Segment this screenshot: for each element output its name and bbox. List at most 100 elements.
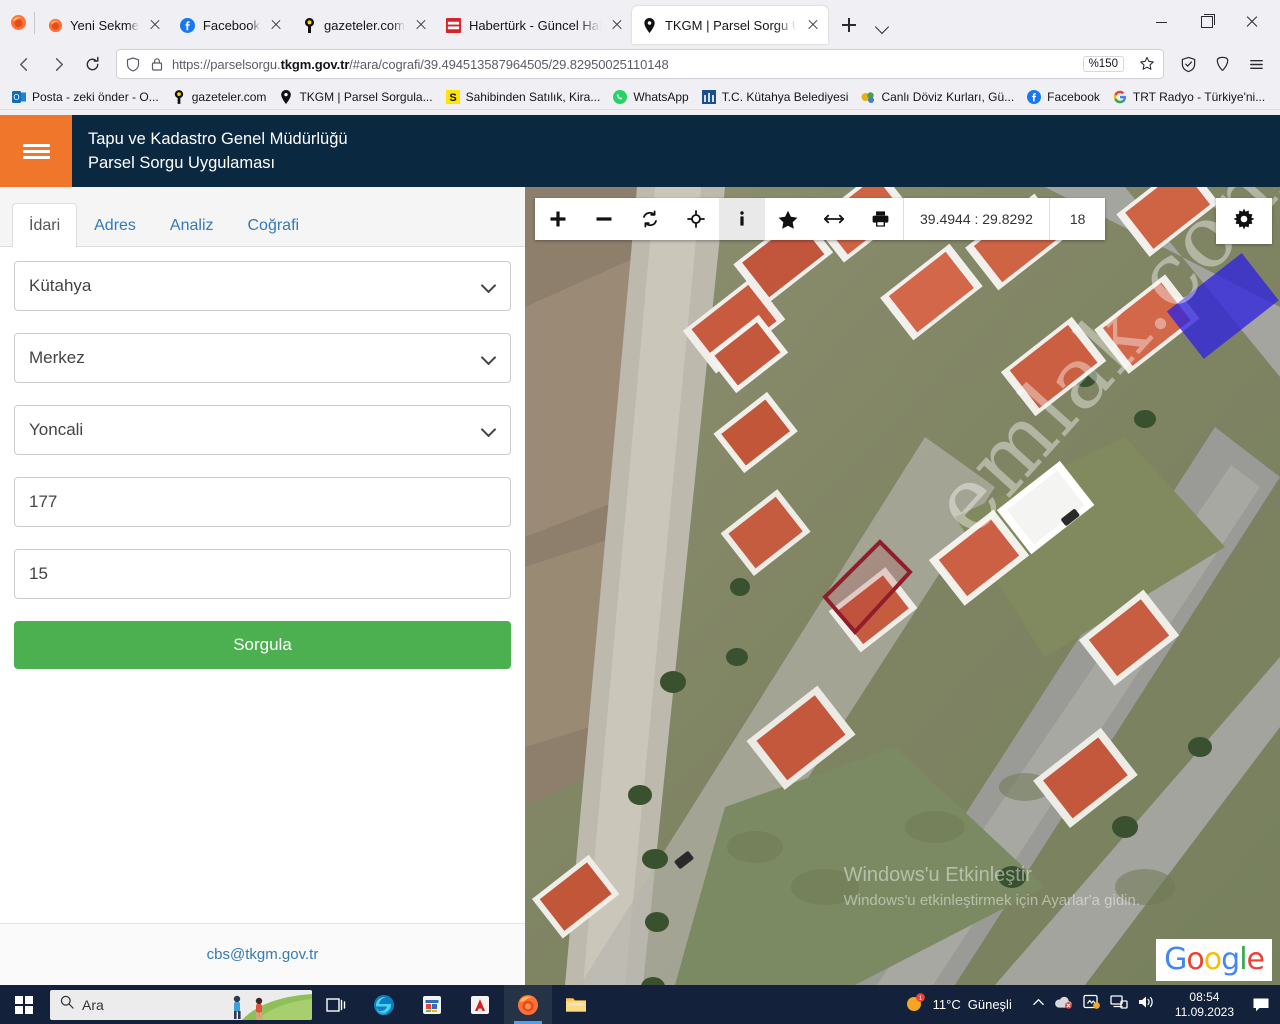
windows-activate-title: Windows'u Etkinleştir — [843, 864, 1032, 886]
il-select[interactable]: Kütahya — [14, 261, 511, 311]
app-body: İdari Adres Analiz Coğrafi Kütahya Merke… — [0, 187, 1280, 985]
query-form: Kütahya Merkez Yoncali 177 15 Sorgula — [0, 247, 525, 923]
bookmark-item-8[interactable]: TRT Radyo - Türkiye'ni... — [1107, 87, 1270, 107]
bookmark-item-6[interactable]: Canlı Döviz Kurları, Gü... — [855, 87, 1019, 107]
window-controls — [1139, 0, 1274, 44]
network-icon[interactable] — [1110, 994, 1128, 1015]
close-icon[interactable] — [412, 16, 430, 34]
firefox-icon[interactable] — [504, 985, 552, 1024]
tab-cografi[interactable]: Coğrafi — [231, 203, 317, 247]
reload-icon[interactable] — [76, 49, 108, 79]
facebook-icon — [1026, 89, 1042, 105]
close-icon[interactable] — [267, 16, 285, 34]
tab-idari[interactable]: İdari — [12, 203, 78, 247]
url-text: https://parselsorgu.tkgm.gov.tr/#ara/cog… — [172, 56, 669, 72]
hamburger-icon[interactable] — [0, 115, 72, 187]
bookmark-label: T.C. Kütahya Belediyesi — [721, 89, 849, 104]
navigation-toolbar: https://parselsorgu.tkgm.gov.tr/#ara/cog… — [0, 44, 1280, 84]
adobe-acrobat-icon[interactable] — [456, 985, 504, 1024]
bookmark-item-3[interactable]: S Sahibinden Satılık, Kira... — [440, 87, 606, 107]
close-icon[interactable] — [146, 16, 164, 34]
chevron-down-icon — [482, 423, 496, 437]
maximize-button[interactable] — [1184, 6, 1229, 38]
query-tab-bar: İdari Adres Analiz Coğrafi — [0, 187, 525, 247]
parsel-input-value: 15 — [29, 564, 48, 583]
haberturk-icon — [446, 17, 462, 33]
parsel-input[interactable]: 15 — [14, 549, 511, 599]
list-all-tabs-icon[interactable] — [868, 10, 898, 40]
app-title-line1: Tapu ve Kadastro Genel Müdürlüğü — [88, 130, 348, 148]
close-icon[interactable] — [608, 16, 626, 34]
weather-description: Güneşli — [967, 997, 1012, 1012]
file-explorer-icon[interactable] — [552, 985, 600, 1024]
crosshair-icon[interactable] — [673, 198, 719, 240]
measure-icon[interactable] — [811, 198, 857, 240]
save-to-pocket-icon[interactable] — [1206, 49, 1238, 79]
close-icon[interactable] — [804, 16, 822, 34]
windows-activate-subtitle: Windows'u etkinleştirmek için Ayarlar'a … — [843, 892, 1140, 909]
start-button[interactable] — [0, 985, 48, 1024]
tab-label: TKGM | Parsel Sorgu Uygu — [664, 17, 797, 33]
window-close-button[interactable] — [1229, 6, 1274, 38]
refresh-icon[interactable] — [627, 198, 673, 240]
tab-analiz[interactable]: Analiz — [153, 203, 231, 247]
lock-icon[interactable] — [148, 55, 166, 73]
browser-tab-4[interactable]: TKGM | Parsel Sorgu Uygu — [631, 6, 828, 44]
clock[interactable]: 08:54 11.09.2023 — [1167, 990, 1242, 1020]
security-notification-icon[interactable] — [1083, 994, 1101, 1015]
browser-tab-1[interactable]: Facebook — [170, 6, 291, 44]
pin-yellow-icon — [301, 17, 317, 33]
mahalle-select[interactable]: Yoncali — [14, 405, 511, 455]
print-icon[interactable] — [857, 198, 903, 240]
search-highlight-image — [202, 989, 312, 1020]
forward-icon[interactable] — [42, 49, 74, 79]
tab-adres[interactable]: Adres — [77, 203, 153, 247]
onedrive-error-icon[interactable] — [1054, 995, 1074, 1014]
gear-icon[interactable] — [1216, 198, 1272, 244]
edge-icon[interactable] — [360, 985, 408, 1024]
map-canvas[interactable]: emlak.com 177/15 Otel Windows'u Etkinleş… — [525, 187, 1280, 985]
page-zoom-indicator[interactable]: %150 — [1082, 56, 1124, 72]
task-view-icon[interactable] — [312, 985, 360, 1024]
whatsapp-icon — [612, 89, 628, 105]
tracking-protection-icon[interactable] — [1172, 49, 1204, 79]
bookmark-item-0[interactable]: O Posta - zeki önder - O... — [6, 87, 164, 107]
info-icon[interactable] — [719, 198, 765, 240]
new-tab-button[interactable] — [834, 10, 864, 40]
municipality-icon — [701, 89, 717, 105]
bookmarks-bar: O Posta - zeki önder - O... gazeteler.co… — [0, 84, 1280, 110]
bookmark-item-2[interactable]: TKGM | Parsel Sorgula... — [273, 87, 437, 107]
address-bar[interactable]: https://parselsorgu.tkgm.gov.tr/#ara/cog… — [116, 49, 1164, 79]
zoom-in-button[interactable] — [535, 198, 581, 240]
volume-icon[interactable] — [1137, 994, 1155, 1015]
back-icon[interactable] — [8, 49, 40, 79]
bookmark-label: gazeteler.com — [191, 89, 267, 104]
star-icon[interactable] — [765, 198, 811, 240]
browser-tab-2[interactable]: gazeteler.com — [291, 6, 436, 44]
shield-icon[interactable] — [124, 55, 142, 73]
notification-center-icon[interactable] — [1246, 985, 1276, 1024]
bookmark-item-5[interactable]: T.C. Kütahya Belediyesi — [696, 87, 854, 107]
browser-tab-3[interactable]: Habertürk - Güncel Haber — [436, 6, 632, 44]
contact-email-link[interactable]: cbs@tkgm.gov.tr — [207, 946, 319, 963]
app-menu-icon[interactable] — [1240, 49, 1272, 79]
ada-input[interactable]: 177 — [14, 477, 511, 527]
map-coordinates: 39.4944 : 29.8292 — [920, 211, 1033, 227]
tab-separator — [34, 12, 35, 34]
bookmark-item-7[interactable]: Facebook — [1021, 87, 1105, 107]
bookmark-item-1[interactable]: gazeteler.com — [166, 87, 272, 107]
ilce-select[interactable]: Merkez — [14, 333, 511, 383]
search-input[interactable]: Ara — [50, 989, 312, 1020]
bookmark-item-4[interactable]: WhatsApp — [607, 87, 693, 107]
zoom-out-button[interactable] — [581, 198, 627, 240]
browser-tab-0[interactable]: Yeni Sekme — [37, 6, 170, 44]
sorgula-button[interactable]: Sorgula — [14, 621, 511, 669]
windows-activation-watermark: Windows'u Etkinleştir Windows'u etkinleş… — [844, 861, 1140, 913]
pin-yellow-icon — [171, 89, 187, 105]
minimize-button[interactable] — [1139, 6, 1184, 38]
microsoft-store-icon[interactable] — [408, 985, 456, 1024]
bookmark-star-icon[interactable] — [1134, 51, 1160, 77]
show-hidden-icons-chevron-up-icon[interactable] — [1032, 996, 1045, 1014]
weather-widget[interactable]: 1 11°C Güneşli — [896, 992, 1020, 1017]
tab-list: Yeni Sekme Facebook gazeteler.com Habert… — [37, 6, 828, 44]
